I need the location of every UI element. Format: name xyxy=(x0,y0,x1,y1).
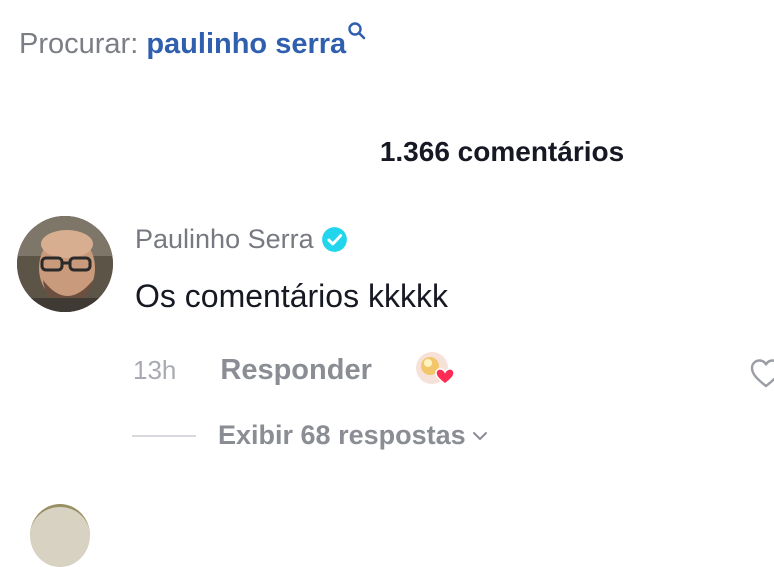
search-query-link[interactable]: paulinho serra xyxy=(146,28,346,60)
chevron-down-icon xyxy=(472,431,487,440)
replies-divider xyxy=(132,434,196,437)
next-comment-avatar[interactable] xyxy=(30,504,90,567)
comment-text: Os comentários kkkkk xyxy=(135,278,448,314)
reply-button[interactable]: Responder xyxy=(220,354,371,387)
avatar-photo xyxy=(17,216,113,312)
heart-outline-icon[interactable] xyxy=(748,356,774,392)
search-label: Procurar: xyxy=(19,28,139,60)
search-icon[interactable] xyxy=(347,21,367,41)
comment-meta: 13h Responder xyxy=(133,350,462,390)
comments-count: 1.366 comentários xyxy=(379,136,625,167)
view-replies-button[interactable]: Exibir 68 respostas xyxy=(132,420,488,451)
comment-author[interactable]: Paulinho Serra xyxy=(135,224,348,255)
view-replies-label[interactable]: Exibir 68 respostas xyxy=(218,420,466,451)
avatar[interactable] xyxy=(17,216,113,312)
comment-time: 13h xyxy=(133,354,177,385)
search-bar[interactable]: Procurar: paulinho serra xyxy=(19,21,367,64)
username[interactable]: Paulinho Serra xyxy=(135,224,314,255)
verified-badge-icon xyxy=(321,227,347,252)
creator-liked-icon xyxy=(415,352,455,385)
